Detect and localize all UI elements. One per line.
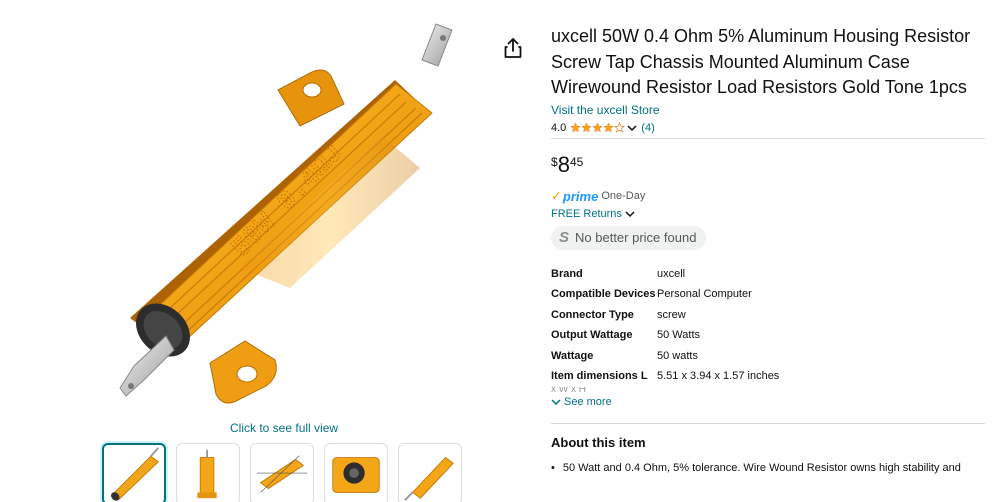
store-link[interactable]: Visit the uxcell Store bbox=[551, 103, 660, 117]
spec-value: 50 watts bbox=[657, 349, 698, 362]
thumbnail-3[interactable] bbox=[250, 443, 314, 502]
thumbnail-2[interactable] bbox=[176, 443, 240, 502]
spec-row: Output Wattage 50 Watts bbox=[551, 327, 985, 343]
resistor-pin-top bbox=[421, 23, 453, 67]
star-icon bbox=[570, 122, 581, 133]
thumbnail-strip bbox=[102, 443, 462, 502]
prime-delivery-speed: One-Day bbox=[601, 190, 646, 202]
spec-value: 5.51 x 3.94 x 1.57 inches bbox=[657, 370, 780, 382]
star-icon bbox=[614, 122, 626, 133]
spec-key: Output Wattage bbox=[551, 329, 633, 341]
about-title: About this item bbox=[551, 434, 646, 450]
price-badge: S No better price found bbox=[551, 225, 707, 250]
spec-row: Compatible Devices Personal Computer bbox=[551, 286, 985, 302]
chevron-down-icon bbox=[551, 398, 561, 405]
spec-key: Item dimensions L bbox=[551, 370, 648, 382]
resistor-mount-tab-top bbox=[277, 69, 345, 127]
divider bbox=[551, 137, 985, 139]
see-more-label: See more bbox=[564, 395, 612, 408]
about-bullets: 50 Watt and 0.4 Ohm, 5% tolerance. Wire … bbox=[551, 462, 985, 474]
thumbnail-5[interactable] bbox=[398, 443, 462, 502]
product-details: uxcell 50W 0.4 Ohm 5% Aluminum Housing R… bbox=[551, 24, 985, 474]
price-whole: 8 bbox=[557, 151, 570, 177]
about-bullet: 50 Watt and 0.4 Ohm, 5% tolerance. Wire … bbox=[551, 462, 985, 474]
spec-key: Connector Type bbox=[551, 308, 634, 321]
star-icon bbox=[581, 122, 592, 133]
resistor-body: 50W 0.4ΩJ bbox=[130, 80, 433, 348]
product-title: uxcell 50W 0.4 Ohm 5% Aluminum Housing R… bbox=[551, 26, 971, 97]
about-bullet-text: 50 Watt and 0.4 Ohm, 5% tolerance. Wire … bbox=[562, 461, 961, 474]
spec-row: Item dimensions L 5.51 x 3.94 x 1.57 inc… bbox=[551, 368, 985, 384]
spec-row: Brand uxcell bbox=[551, 266, 985, 282]
free-returns-link[interactable]: FREE Returns bbox=[551, 208, 635, 220]
star-icon bbox=[592, 122, 603, 133]
price: $ 8 45 bbox=[551, 151, 985, 179]
resistor-mount-tab-bottom bbox=[209, 340, 277, 404]
see-more-link[interactable]: See more bbox=[551, 396, 612, 408]
price-symbol: $ bbox=[551, 154, 558, 169]
spec-value: 50 Watts bbox=[657, 329, 700, 341]
review-count-link[interactable]: (4) bbox=[641, 122, 654, 134]
spec-row: Wattage 50 watts bbox=[551, 348, 985, 364]
prime-logo: prime bbox=[562, 188, 599, 204]
product-main-image[interactable]: 50W 0.4ΩJ bbox=[100, 18, 470, 413]
badge-s-icon: S bbox=[559, 229, 570, 246]
chevron-down-icon bbox=[625, 210, 635, 217]
star-icon bbox=[603, 122, 614, 133]
image-gallery: 50W 0.4ΩJ Click to see full view bbox=[0, 0, 540, 502]
full-view-link[interactable]: Click to see full view bbox=[230, 421, 338, 435]
share-icon[interactable] bbox=[503, 37, 523, 59]
rating-row[interactable]: 4.0 (4) bbox=[551, 121, 985, 135]
price-fraction: 45 bbox=[569, 154, 584, 169]
star-rating bbox=[570, 122, 626, 133]
prime-check-icon: ✓ bbox=[551, 188, 562, 203]
badge-text: No better price found bbox=[575, 230, 697, 245]
free-returns-label: FREE Returns bbox=[551, 207, 622, 220]
spec-key: Wattage bbox=[551, 349, 594, 362]
divider bbox=[551, 422, 985, 424]
rating-value: 4.0 bbox=[551, 121, 567, 134]
spec-fade-text: x W x H bbox=[551, 386, 586, 393]
spec-row: Connector Type screw bbox=[551, 307, 985, 323]
thumbnail-1[interactable] bbox=[102, 443, 166, 502]
spec-value: Personal Computer bbox=[657, 288, 752, 300]
thumbnail-4[interactable] bbox=[324, 443, 388, 502]
chevron-down-icon[interactable] bbox=[627, 124, 637, 132]
spec-value: uxcell bbox=[657, 267, 686, 280]
spec-key: Brand bbox=[551, 267, 583, 280]
spec-key: Compatible Devices bbox=[551, 288, 656, 300]
spec-value: screw bbox=[657, 308, 686, 321]
spec-table: Brand uxcell Compatible Devices Personal… bbox=[551, 266, 985, 393]
prime-delivery: ✓ prime One-Day bbox=[551, 188, 985, 204]
